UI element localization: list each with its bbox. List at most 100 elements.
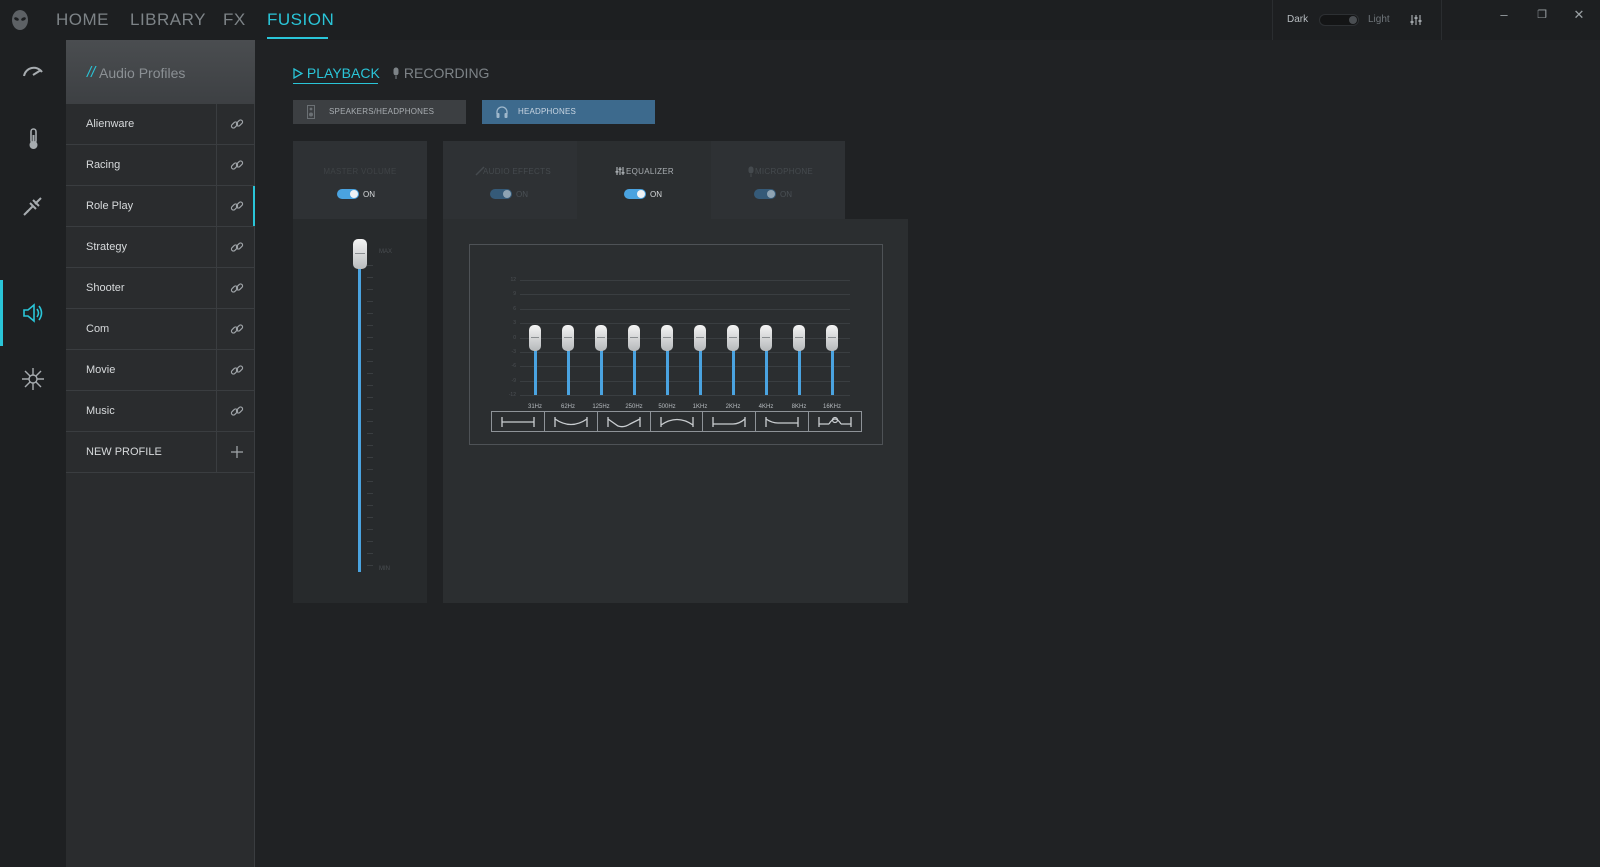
eq-band-handle[interactable]: [628, 324, 640, 351]
eq-scale-label: -6: [511, 363, 516, 369]
eq-preset-button[interactable]: [756, 412, 810, 431]
add-profile-button[interactable]: [216, 432, 255, 472]
nav-tab-library[interactable]: LIBRARY: [130, 10, 206, 30]
master-volume-toggle-label: ON: [363, 190, 375, 199]
eq-band-handle[interactable]: [793, 324, 805, 351]
eq-preset-button[interactable]: [703, 412, 757, 431]
eq-band-handle[interactable]: [727, 324, 739, 351]
eq-preset-button[interactable]: [545, 412, 598, 431]
eq-preset-button[interactable]: [809, 412, 861, 431]
profile-name: Strategy: [86, 241, 127, 253]
volume-tick: [367, 433, 373, 434]
profile-row[interactable]: Movie: [66, 350, 255, 391]
theme-light-label: Light: [1368, 14, 1390, 25]
volume-tick: [367, 565, 373, 566]
profile-row[interactable]: Racing: [66, 145, 255, 186]
eq-scale-label: 0: [513, 335, 516, 341]
device-speakers-button[interactable]: SPEAKERS/HEADPHONES: [293, 100, 466, 124]
microphone-toggle[interactable]: [754, 189, 776, 199]
nav-active-underline: [267, 37, 328, 39]
volume-tick: [367, 409, 373, 410]
equalizer-grid: 12 9 6 3 0 -3 -6 -9 -12 31Hz 62Hz 125Hz 250Hz 500Hz 1K…: [509, 277, 850, 410]
eq-band-label: 500Hz: [658, 404, 676, 410]
volume-slider-track[interactable]: [358, 249, 361, 572]
rail-item-performance[interactable]: [0, 40, 66, 106]
eq-band-handle[interactable]: [661, 324, 673, 351]
profile-name: Movie: [86, 364, 116, 376]
profile-row[interactable]: Role Play: [66, 186, 255, 227]
nav-tab-home[interactable]: HOME: [56, 10, 109, 30]
eq-band-handle[interactable]: [826, 324, 838, 351]
tab-recording[interactable]: RECORDING: [392, 65, 489, 81]
eq-band-handle[interactable]: [595, 324, 607, 351]
volume-tick: [367, 457, 373, 458]
rail-item-lighting[interactable]: [0, 346, 66, 412]
eq-band-label: 62Hz: [560, 404, 575, 410]
link-profile-button[interactable]: [216, 309, 255, 349]
close-icon[interactable]: ✕: [1570, 6, 1588, 24]
tab-recording-label: RECORDING: [403, 65, 490, 81]
tab-audio-effects[interactable]: AUDIO EFFECTS ON: [443, 141, 577, 219]
volume-tick: [367, 397, 373, 398]
eq-scale-label: -12: [508, 392, 516, 398]
link-profile-button[interactable]: [216, 268, 255, 308]
treble-rise-preset-icon: [712, 416, 747, 427]
eq-band-handle[interactable]: [562, 324, 574, 351]
audio-effects-toggle[interactable]: [490, 189, 512, 199]
link-profile-button[interactable]: [216, 227, 255, 267]
eq-preset-button[interactable]: [492, 412, 545, 431]
theme-toggle[interactable]: [1319, 14, 1359, 26]
volume-slider-handle[interactable]: [353, 239, 367, 269]
link-profile-button[interactable]: [216, 186, 255, 226]
eq-band-label: 31Hz: [527, 404, 542, 410]
tab-microphone[interactable]: MICROPHONE ON: [711, 141, 845, 219]
toggle-knob: [767, 190, 775, 198]
nav-tab-fx[interactable]: FX: [223, 10, 246, 30]
play-icon: [293, 67, 304, 80]
eq-band-handle[interactable]: [760, 324, 772, 351]
link-icon: [230, 365, 244, 375]
audio-profiles-panel: // Audio Profiles Alienware Racing Role Pl…: [66, 40, 255, 867]
equalizer-presets: [491, 411, 862, 432]
eq-preset-button[interactable]: [598, 412, 651, 431]
minimize-icon[interactable]: –: [1495, 6, 1513, 24]
tab-playback[interactable]: PLAYBACK: [293, 65, 380, 81]
profiles-title: Audio Profiles: [99, 65, 186, 81]
link-profile-button[interactable]: [216, 350, 255, 390]
settings-sliders-icon[interactable]: [1408, 12, 1424, 28]
profile-row[interactable]: Alienware: [66, 104, 255, 145]
link-profile-button[interactable]: [216, 145, 255, 185]
master-volume-title: MASTER VOLUME: [323, 167, 397, 176]
microphone-title: MICROPHONE: [754, 167, 814, 176]
profile-row[interactable]: Strategy: [66, 227, 255, 268]
link-profile-button[interactable]: [216, 391, 255, 431]
profile-row[interactable]: Com: [66, 309, 255, 350]
rail-item-power[interactable]: [0, 173, 66, 239]
link-icon: [230, 119, 244, 129]
device-headphones-button[interactable]: HEADPHONES: [482, 100, 655, 124]
volume-tick: [367, 325, 373, 326]
master-volume-toggle[interactable]: [337, 189, 359, 199]
profile-row[interactable]: NEW PROFILE: [66, 432, 255, 473]
nav-tab-fusion[interactable]: FUSION: [267, 10, 334, 30]
eq-band-label: 8KHz: [791, 404, 807, 410]
eq-gridline: [520, 395, 850, 396]
rail-item-audio[interactable]: [0, 280, 66, 346]
eq-band-handle[interactable]: [694, 324, 706, 351]
equalizer-toggle[interactable]: [624, 189, 646, 199]
profile-row[interactable]: Music: [66, 391, 255, 432]
profile-row[interactable]: Shooter: [66, 268, 255, 309]
volume-tick: [367, 337, 373, 338]
tab-equalizer[interactable]: EQUALIZER ON: [577, 141, 711, 219]
eq-band-handle[interactable]: [529, 324, 541, 351]
link-profile-button[interactable]: [216, 104, 255, 144]
profile-name: Com: [86, 323, 110, 335]
restore-icon[interactable]: ❐: [1533, 6, 1551, 24]
audio-effects-title: AUDIO EFFECTS: [483, 167, 551, 176]
eq-preset-button[interactable]: [651, 412, 704, 431]
toggle-knob: [637, 190, 645, 198]
eq-gridline: [520, 323, 850, 324]
rail-item-thermal[interactable]: [0, 106, 66, 172]
volume-tick: [367, 541, 373, 542]
theme-dark-label: Dark: [1287, 14, 1309, 25]
